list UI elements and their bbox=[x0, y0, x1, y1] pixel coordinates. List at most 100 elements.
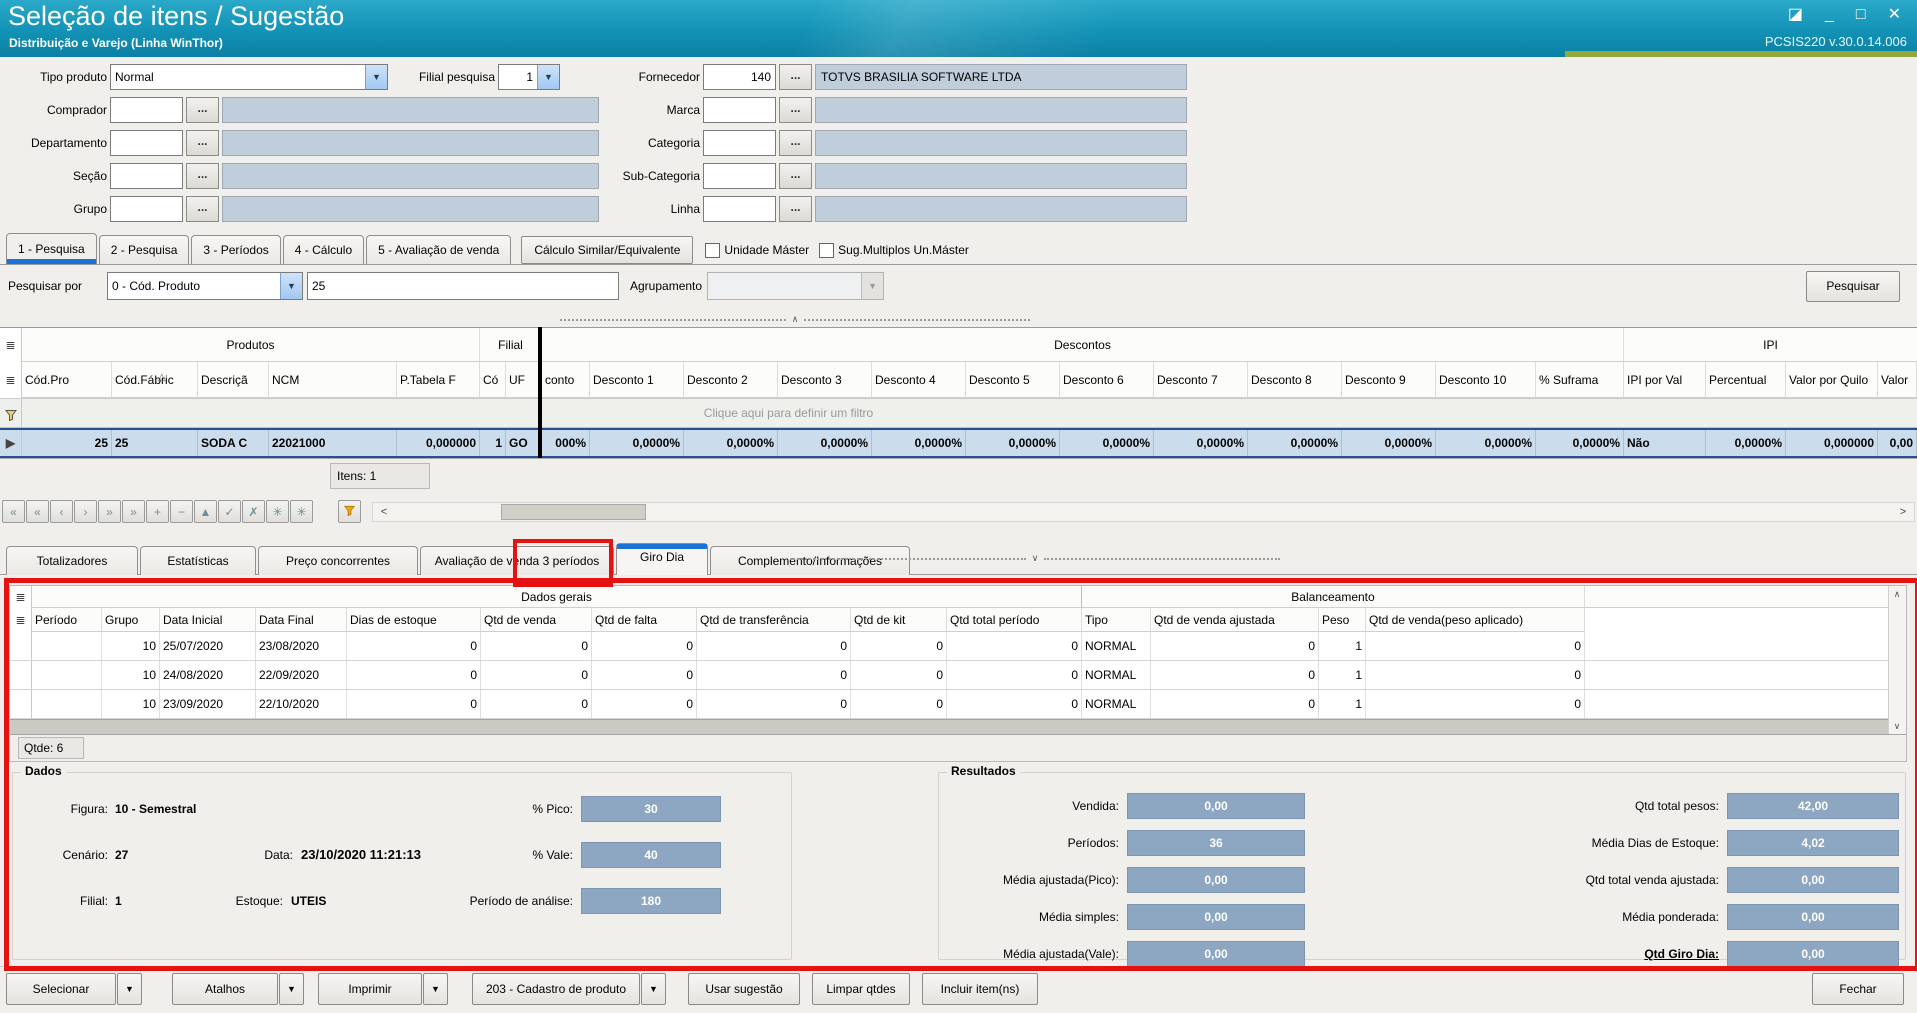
collapse-down-icon[interactable]: ∨ bbox=[1032, 553, 1039, 564]
column-header[interactable]: Desconto 9 bbox=[1342, 362, 1436, 398]
column-header[interactable]: Qtd de venda ajustada bbox=[1151, 608, 1319, 632]
minimize-icon[interactable]: _ bbox=[1825, 5, 1834, 25]
selecionar-button[interactable]: Selecionar bbox=[6, 973, 116, 1005]
filter-code-input[interactable] bbox=[703, 196, 776, 222]
chevron-down-icon[interactable]: ▼ bbox=[280, 273, 302, 299]
navigator-button[interactable]: ▲ bbox=[194, 500, 217, 523]
navigator-button[interactable]: » bbox=[98, 500, 121, 523]
cadastro-dropdown-button[interactable]: ▼ bbox=[641, 973, 666, 1005]
lookup-button[interactable]: ... bbox=[779, 163, 812, 189]
scroll-right-icon[interactable]: > bbox=[1894, 504, 1912, 520]
column-header[interactable]: Percentual bbox=[1706, 362, 1786, 398]
imprimir-button[interactable]: Imprimir bbox=[318, 973, 422, 1005]
atalhos-button[interactable]: Atalhos bbox=[172, 973, 278, 1005]
scroll-down-icon[interactable]: ∨ bbox=[1890, 719, 1904, 733]
tab-preco-concorrentes[interactable]: Preço concorrentes bbox=[258, 546, 418, 575]
search-mode-select[interactable]: 0 - Cód. Produto ▼ bbox=[107, 272, 303, 300]
lookup-button[interactable]: ... bbox=[186, 130, 219, 156]
grid-menu-icon[interactable]: ≣ bbox=[10, 608, 32, 632]
calculo-similar-button[interactable]: Cálculo Similar/Equivalente bbox=[521, 236, 694, 264]
tab-giro-dia[interactable]: Giro Dia bbox=[616, 543, 708, 575]
close-icon[interactable]: ✕ bbox=[1888, 5, 1901, 25]
filter-code-input[interactable] bbox=[110, 97, 183, 123]
filter-code-input[interactable] bbox=[703, 163, 776, 189]
column-header[interactable]: Desconto 4 bbox=[872, 362, 966, 398]
column-header[interactable]: Valor bbox=[1878, 362, 1917, 398]
fornecedor-lookup-button[interactable]: ... bbox=[779, 64, 812, 90]
tab-5-avaliacao-venda[interactable]: 5 - Avaliação de venda bbox=[366, 235, 512, 264]
tab-avaliacao-3-periodos[interactable]: Avaliação de venda 3 períodos bbox=[420, 546, 614, 575]
column-header[interactable]: Desconto 1 bbox=[590, 362, 684, 398]
horizontal-scrollbar[interactable]: < > bbox=[372, 502, 1915, 522]
column-header[interactable]: Desconto 2 bbox=[684, 362, 778, 398]
selecionar-dropdown-button[interactable]: ▼ bbox=[117, 973, 142, 1005]
search-input[interactable]: 25 bbox=[307, 272, 619, 300]
tab-1-pesquisa[interactable]: 1 - Pesquisa bbox=[6, 233, 97, 264]
column-header[interactable]: Desconto 6 bbox=[1060, 362, 1154, 398]
cadastro-produto-button[interactable]: 203 - Cadastro de produto bbox=[472, 973, 640, 1005]
column-header[interactable]: Peso bbox=[1319, 608, 1366, 632]
column-header[interactable]: Cód.Pro bbox=[22, 362, 112, 398]
horizontal-splitter[interactable]: ∧ bbox=[560, 314, 1030, 325]
table-row[interactable]: 10 23/09/2020 22/10/2020 0 0 0 0 0 0 NORMAL 0 1 0 bbox=[10, 690, 1906, 719]
lookup-button[interactable]: ... bbox=[186, 163, 219, 189]
limpar-qtdes-button[interactable]: Limpar qtdes bbox=[812, 973, 910, 1005]
column-header[interactable]: Desconto 5 bbox=[966, 362, 1060, 398]
lookup-button[interactable]: ... bbox=[186, 196, 219, 222]
column-header[interactable]: Qtd de kit bbox=[851, 608, 947, 632]
grid-menu-icon[interactable]: ≣ bbox=[0, 328, 22, 362]
navigator-button[interactable]: ‹ bbox=[50, 500, 73, 523]
usar-sugestao-button[interactable]: Usar sugestão bbox=[688, 973, 800, 1005]
column-header[interactable]: Desconto 8 bbox=[1248, 362, 1342, 398]
lookup-button[interactable]: ... bbox=[186, 97, 219, 123]
atalhos-dropdown-button[interactable]: ▼ bbox=[279, 973, 304, 1005]
column-header[interactable]: conto bbox=[542, 362, 590, 398]
table-row[interactable]: ▶ 25 25 SODA C 22021000 0,000000 1 GO 000% 0,000… bbox=[0, 428, 1917, 458]
column-header[interactable]: Grupo bbox=[102, 608, 160, 632]
fixed-column-divider[interactable] bbox=[538, 327, 542, 458]
filter-code-input[interactable] bbox=[703, 97, 776, 123]
column-header[interactable]: Período bbox=[32, 608, 102, 632]
column-header[interactable]: Desconto 10 bbox=[1436, 362, 1536, 398]
table-row[interactable]: 10 24/08/2020 22/09/2020 0 0 0 0 0 0 NORMAL 0 1 0 bbox=[10, 661, 1906, 690]
filter-code-input[interactable] bbox=[110, 163, 183, 189]
maximize-icon[interactable]: □ bbox=[1856, 5, 1866, 25]
filial-pesquisa-select[interactable]: 1 ▼ bbox=[498, 64, 560, 90]
column-header[interactable]: Cód.Fábric bbox=[112, 362, 198, 398]
column-header[interactable]: Desconto 3 bbox=[778, 362, 872, 398]
imprimir-dropdown-button[interactable]: ▼ bbox=[423, 973, 448, 1005]
navigator-button[interactable]: ✗ bbox=[242, 500, 265, 523]
navigator-button[interactable]: « bbox=[26, 500, 49, 523]
horizontal-splitter[interactable]: ∨ bbox=[790, 553, 1280, 564]
column-header[interactable]: Descriçã bbox=[198, 362, 269, 398]
column-header[interactable]: % Suframa bbox=[1536, 362, 1624, 398]
collapse-up-icon[interactable]: ∧ bbox=[792, 314, 799, 325]
scroll-left-icon[interactable]: < bbox=[375, 504, 393, 520]
incluir-itens-button[interactable]: Incluir item(ns) bbox=[922, 973, 1038, 1005]
navigator-button[interactable]: ✳ bbox=[266, 500, 289, 523]
grid-menu-icon[interactable]: ≣ bbox=[10, 586, 32, 608]
filter-code-input[interactable] bbox=[703, 130, 776, 156]
tipo-produto-select[interactable]: Normal ▼ bbox=[110, 64, 388, 90]
navigator-button[interactable]: + bbox=[146, 500, 169, 523]
navigator-button[interactable]: ✓ bbox=[218, 500, 241, 523]
column-header[interactable]: Desconto 7 bbox=[1154, 362, 1248, 398]
column-header[interactable]: UF bbox=[506, 362, 542, 398]
lookup-button[interactable]: ... bbox=[779, 97, 812, 123]
navigator-button[interactable]: − bbox=[170, 500, 193, 523]
scroll-up-icon[interactable]: ∧ bbox=[1890, 587, 1904, 601]
navigator-button[interactable]: « bbox=[2, 500, 25, 523]
table-row[interactable]: 10 25/07/2020 23/08/2020 0 0 0 0 0 0 NORMAL 0 1 0 bbox=[10, 632, 1906, 661]
filter-code-input[interactable] bbox=[110, 130, 183, 156]
pesquisar-button[interactable]: Pesquisar bbox=[1806, 271, 1900, 302]
lookup-button[interactable]: ... bbox=[779, 196, 812, 222]
column-header[interactable]: Qtd de venda(peso aplicado) bbox=[1366, 608, 1585, 632]
sort-asc-icon[interactable]: △ bbox=[158, 372, 166, 383]
fechar-button[interactable]: Fechar bbox=[1812, 973, 1904, 1005]
filter-hint[interactable]: Clique aqui para definir um filtro bbox=[0, 399, 1577, 427]
column-header[interactable]: Qtd de venda bbox=[481, 608, 592, 632]
tab-4-calculo[interactable]: 4 - Cálculo bbox=[282, 235, 365, 264]
filter-code-input[interactable] bbox=[110, 196, 183, 222]
column-header[interactable]: Data Inicial bbox=[160, 608, 256, 632]
unidade-master-checkbox[interactable] bbox=[705, 242, 721, 258]
